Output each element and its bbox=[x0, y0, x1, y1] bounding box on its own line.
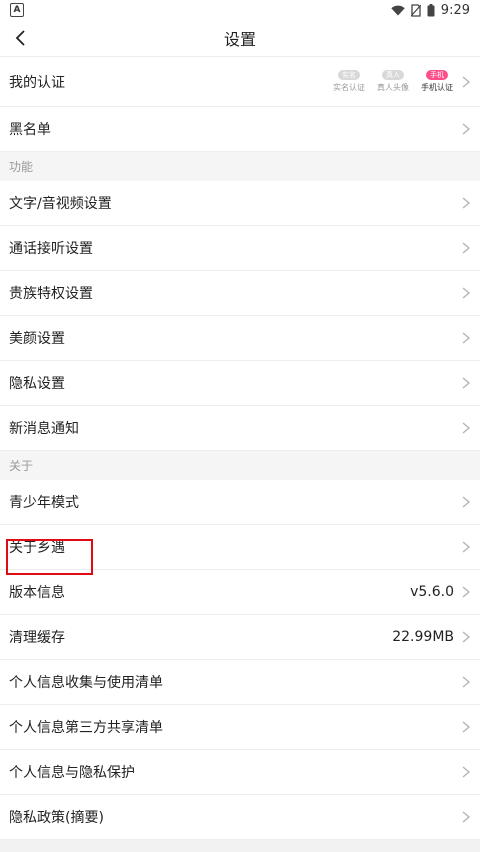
status-bar: A 9:29 bbox=[0, 0, 480, 20]
row-label: 贵族特权设置 bbox=[9, 286, 93, 302]
title-bar: 设置 bbox=[0, 20, 480, 57]
row-label: 新消息通知 bbox=[9, 421, 79, 437]
back-arrow-icon[interactable] bbox=[10, 26, 34, 50]
version-value: v5.6.0 bbox=[410, 584, 454, 600]
row-label: 美颜设置 bbox=[9, 331, 65, 347]
notification-a-icon: A bbox=[10, 3, 24, 17]
chevron-right-icon bbox=[462, 766, 471, 778]
chevron-right-icon bbox=[462, 586, 471, 598]
chevron-right-icon bbox=[462, 496, 471, 508]
chevron-right-icon bbox=[462, 123, 471, 135]
chevron-right-icon bbox=[462, 75, 471, 88]
row-label: 黑名单 bbox=[9, 122, 51, 138]
chevron-right-icon bbox=[462, 287, 471, 299]
row-label: 版本信息 bbox=[9, 585, 65, 601]
row-version-info[interactable]: 版本信息 v5.6.0 bbox=[0, 570, 480, 615]
row-my-verification[interactable]: 我的认证 实名 实名认证 真人 真人头像 手机 手机认证 bbox=[0, 57, 480, 107]
chevron-right-icon bbox=[462, 197, 471, 209]
verification-badges: 实名 实名认证 真人 真人头像 手机 手机认证 bbox=[332, 70, 454, 93]
real-name-badge: 实名 实名认证 bbox=[332, 70, 366, 93]
battery-icon bbox=[427, 3, 435, 16]
row-label: 个人信息第三方共享清单 bbox=[9, 720, 163, 736]
row-privacy-protection[interactable]: 个人信息与隐私保护 bbox=[0, 750, 480, 795]
no-sim-icon bbox=[410, 3, 421, 17]
chevron-right-icon bbox=[462, 631, 471, 643]
chevron-right-icon bbox=[462, 377, 471, 389]
row-privacy-policy-summary[interactable]: 隐私政策(摘要) bbox=[0, 795, 480, 840]
badge-caption: 实名认证 bbox=[333, 83, 365, 92]
chevron-right-icon bbox=[462, 811, 471, 823]
clock: 9:29 bbox=[440, 2, 470, 18]
phone-icon: 手机 bbox=[426, 70, 448, 80]
chevron-right-icon bbox=[462, 541, 471, 553]
row-call-answer-settings[interactable]: 通话接听设置 bbox=[0, 226, 480, 271]
section-about-header: 关于 bbox=[0, 451, 480, 480]
row-label: 个人信息收集与使用清单 bbox=[9, 675, 163, 691]
row-label: 隐私设置 bbox=[9, 376, 65, 392]
wifi-icon bbox=[391, 5, 405, 15]
row-privacy-settings[interactable]: 隐私设置 bbox=[0, 361, 480, 406]
real-name-icon: 实名 bbox=[338, 70, 360, 80]
page-title: 设置 bbox=[223, 30, 256, 49]
chevron-right-icon bbox=[462, 676, 471, 688]
row-beauty-settings[interactable]: 美颜设置 bbox=[0, 316, 480, 361]
real-person-icon: 真人 bbox=[382, 70, 404, 80]
highlight-box bbox=[6, 539, 93, 575]
row-label: 通话接听设置 bbox=[9, 241, 93, 257]
chevron-right-icon bbox=[462, 242, 471, 254]
cache-size-value: 22.99MB bbox=[392, 629, 454, 645]
real-person-badge: 真人 真人头像 bbox=[376, 70, 410, 93]
row-label: 清理缓存 bbox=[9, 630, 65, 646]
row-label: 文字/音视频设置 bbox=[9, 196, 112, 212]
chevron-right-icon bbox=[462, 721, 471, 733]
row-third-party-sharing[interactable]: 个人信息第三方共享清单 bbox=[0, 705, 480, 750]
row-label: 青少年模式 bbox=[9, 495, 79, 511]
row-noble-privilege-settings[interactable]: 贵族特权设置 bbox=[0, 271, 480, 316]
section-function-header: 功能 bbox=[0, 152, 480, 181]
row-text-av-settings[interactable]: 文字/音视频设置 bbox=[0, 181, 480, 226]
row-label: 隐私政策(摘要) bbox=[9, 810, 104, 826]
chevron-right-icon bbox=[462, 332, 471, 344]
badge-caption: 真人头像 bbox=[377, 83, 409, 92]
row-blacklist[interactable]: 黑名单 bbox=[0, 107, 480, 152]
phone-badge: 手机 手机认证 bbox=[420, 70, 454, 93]
row-personal-info-collection[interactable]: 个人信息收集与使用清单 bbox=[0, 660, 480, 705]
row-clear-cache[interactable]: 清理缓存 22.99MB bbox=[0, 615, 480, 660]
row-label: 我的认证 bbox=[9, 74, 65, 91]
chevron-right-icon bbox=[462, 422, 471, 434]
row-teen-mode[interactable]: 青少年模式 bbox=[0, 480, 480, 525]
row-new-message-notification[interactable]: 新消息通知 bbox=[0, 406, 480, 451]
badge-caption: 手机认证 bbox=[421, 83, 453, 92]
row-label: 个人信息与隐私保护 bbox=[9, 765, 135, 781]
